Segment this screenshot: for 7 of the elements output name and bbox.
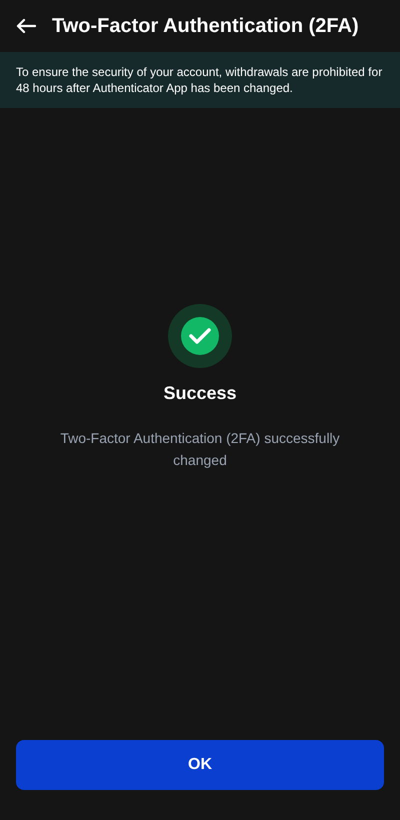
- page-title: Two-Factor Authentication (2FA): [52, 14, 359, 39]
- ok-button[interactable]: OK: [16, 740, 384, 790]
- success-check-icon: [168, 304, 232, 368]
- success-title: Success: [163, 382, 237, 405]
- back-icon[interactable]: [16, 18, 36, 34]
- success-message: Two-Factor Authentication (2FA) successfully changed: [59, 429, 341, 470]
- notice-text: To ensure the security of your account, withdrawals are prohibited for 48 hours after Authenticator App has been changed.: [16, 64, 384, 96]
